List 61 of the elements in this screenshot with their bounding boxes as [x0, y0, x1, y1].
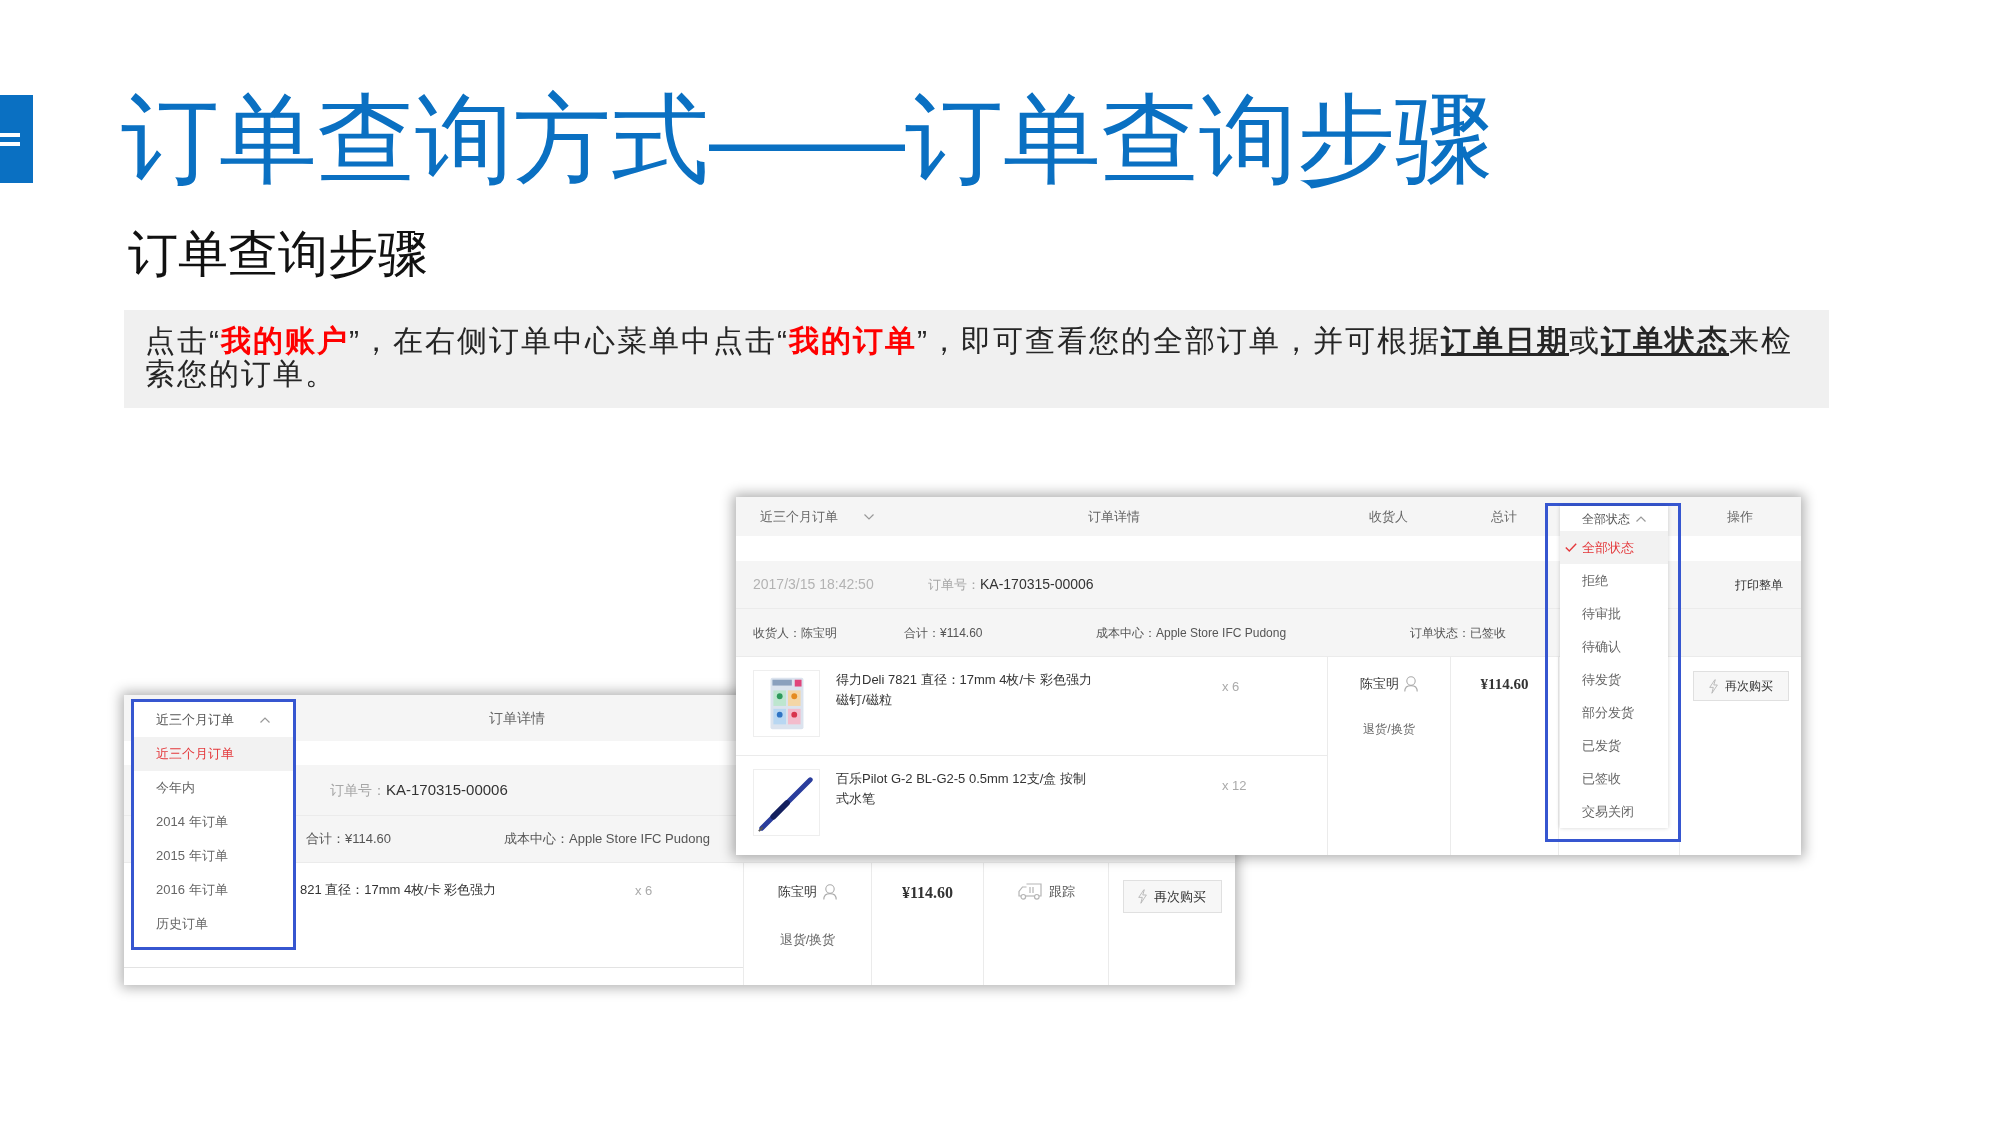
dropdown-option[interactable]: 已签收	[1560, 762, 1668, 795]
dropdown-option[interactable]: 历史订单	[134, 907, 293, 941]
period-dropdown[interactable]: 近三个月订单	[736, 506, 900, 527]
product-quantity: x 12	[1222, 777, 1247, 795]
order-amount: ¥114.60	[901, 883, 954, 903]
dropdown-option[interactable]: 全部状态	[1560, 531, 1668, 564]
order-total: 合计：¥114.60	[306, 831, 392, 847]
dropdown-option[interactable]: 部分发货	[1560, 696, 1668, 729]
dropdown-option[interactable]: 拒绝	[1560, 564, 1668, 597]
product-quantity: x 6	[1222, 678, 1240, 696]
dropdown-option[interactable]: 近三个月订单	[134, 737, 293, 771]
column-header: 总计	[1491, 507, 1517, 526]
order-number-label: 订单号：	[928, 575, 980, 594]
product-quantity: x 6	[635, 882, 653, 900]
cost-center: 成本中心：Apple Store IFC Pudong	[1096, 625, 1287, 640]
dropdown-option[interactable]: 待发货	[1560, 663, 1668, 696]
order-date: 2017/3/15 18:42:50	[753, 576, 874, 592]
lightning-icon	[1708, 678, 1718, 694]
product-name: 821 直径：17mm 4枚/卡 彩色强力	[300, 882, 497, 897]
dropdown-option[interactable]: 已发货	[1560, 729, 1668, 762]
column-header: 操作	[1727, 507, 1753, 526]
rebuy-button[interactable]: 再次购买	[1122, 880, 1222, 913]
section-heading: 订单查询步骤	[128, 229, 428, 279]
print-order-link[interactable]: 打印整单	[1735, 575, 1783, 594]
track-link[interactable]: 跟踪	[1048, 882, 1075, 902]
return-exchange-link[interactable]: 退货/换货	[779, 929, 836, 949]
user-icon	[823, 883, 837, 900]
rebuy-button[interactable]: 再次购买	[1692, 671, 1789, 701]
dropdown-option[interactable]: 待确认	[1560, 630, 1668, 663]
cost-center: 成本中心：Apple Store IFC Pudong	[504, 831, 710, 847]
product-name: 百乐Pilot G-2 BL-G2-5 0.5mm 12支/盒 按制式水笔	[836, 770, 1087, 808]
user-icon	[1404, 675, 1418, 692]
instruction-text: 点击“我的账户”，在右侧订单中心菜单中点击“我的订单”，即可查看您的全部订单，并可根据订单日期或订单状态来检索您的订单。	[145, 324, 1794, 390]
order-number: KA-170315-00006	[980, 575, 1094, 594]
dropdown-option[interactable]: 2016 年订单	[134, 873, 293, 907]
check-icon	[1565, 543, 1577, 552]
dropdown-option[interactable]: 待审批	[1560, 597, 1668, 630]
order-number: KA-170315-00006	[386, 779, 508, 800]
consignee-info: 收货人：陈宝明	[753, 625, 837, 640]
dropdown-option[interactable]: 交易关闭	[1560, 795, 1668, 828]
column-header: 收货人	[1369, 507, 1408, 526]
column-header: 订单详情	[1087, 507, 1140, 526]
dropdown-option[interactable]: 2014 年订单	[134, 805, 293, 839]
lightning-icon	[1138, 889, 1147, 904]
consignee-name: 陈宝明	[778, 883, 817, 901]
period-dropdown[interactable]: 近三个月订单	[134, 702, 293, 737]
column-header: 订单详情	[489, 708, 545, 728]
consignee-name: 陈宝明	[1360, 675, 1399, 693]
truck-icon	[1017, 883, 1042, 901]
order-amount: ¥114.60	[1480, 675, 1529, 694]
return-exchange-link[interactable]: 退货/换货	[1363, 719, 1415, 738]
product-name: 得力Deli 7821 直径：17mm 4枚/卡 彩色强力磁钉/磁粒	[836, 671, 1093, 709]
dropdown-option[interactable]: 今年内	[134, 771, 293, 805]
order-number-label: 订单号：	[330, 780, 386, 800]
dropdown-option[interactable]: 2015 年订单	[134, 839, 293, 873]
slide-title: 订单查询方式——订单查询步骤	[121, 90, 1493, 188]
order-status: 订单状态：已签收	[1410, 625, 1506, 640]
pen-drawing	[753, 769, 820, 836]
magnet-pack-drawing	[753, 670, 820, 737]
order-total: 合计：¥114.60	[904, 625, 983, 640]
status-dropdown[interactable]: 全部状态	[1560, 506, 1668, 531]
